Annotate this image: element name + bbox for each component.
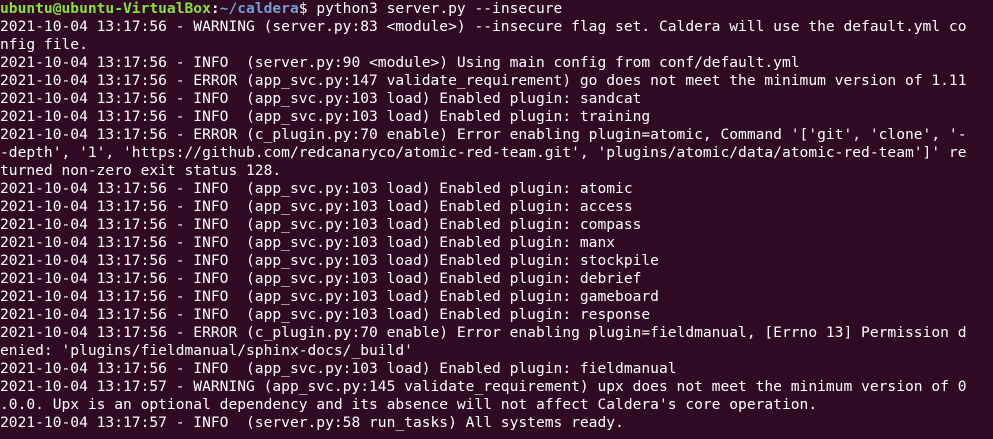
prompt-colon: : — [210, 0, 220, 17]
log-line: 2021-10-04 13:17:56 - INFO (app_svc.py:1… — [0, 306, 651, 323]
log-line: 2021-10-04 13:17:57 - INFO (server.py:58… — [0, 414, 624, 431]
log-line: enied: 'plugins/fieldmanual/sphinx-docs/… — [0, 342, 413, 359]
log-line: 2021-10-04 13:17:56 - ERROR (c_plugin.py… — [0, 324, 967, 341]
log-line: 2021-10-04 13:17:56 - INFO (app_svc.py:1… — [0, 360, 677, 377]
log-line: 2021-10-04 13:17:57 - WARNING (app_svc.p… — [0, 378, 967, 395]
prompt-dollar: $ — [298, 0, 317, 17]
log-line: 2021-10-04 13:17:56 - ERROR (app_svc.py:… — [0, 72, 967, 89]
log-line: .0.0. Upx is an optional dependency and … — [0, 396, 818, 413]
prompt-user-host: ubuntu@ubuntu-VirtualBox — [0, 0, 211, 17]
log-line: 2021-10-04 13:17:56 - INFO (app_svc.py:1… — [0, 180, 633, 197]
log-line: 2021-10-04 13:17:56 - INFO (app_svc.py:1… — [0, 288, 659, 305]
prompt-path: ~/caldera — [219, 0, 299, 17]
log-line: 2021-10-04 13:17:56 - INFO (app_svc.py:1… — [0, 252, 659, 269]
prompt-line: ubuntu@ubuntu-VirtualBox:~/caldera$ pyth… — [0, 0, 993, 18]
log-line: 2021-10-04 13:17:56 - INFO (app_svc.py:1… — [0, 270, 642, 287]
log-line: 2021-10-04 13:17:56 - INFO (app_svc.py:1… — [0, 90, 642, 107]
log-line: 2021-10-04 13:17:56 - INFO (app_svc.py:1… — [0, 198, 633, 215]
log-line: -depth', '1', 'https://github.com/redcan… — [0, 144, 967, 161]
prompt-command: python3 server.py --insecure — [316, 0, 563, 17]
log-line: 2021-10-04 13:17:56 - ERROR (c_plugin.py… — [0, 126, 967, 143]
log-line: 2021-10-04 13:17:56 - WARNING (server.py… — [0, 18, 967, 35]
terminal-window[interactable]: ubuntu@ubuntu-VirtualBox:~/caldera$ pyth… — [0, 0, 993, 439]
log-line: 2021-10-04 13:17:56 - INFO (app_svc.py:1… — [0, 234, 616, 251]
log-line: 2021-10-04 13:17:56 - INFO (server.py:90… — [0, 54, 800, 71]
log-line: nfig file. — [0, 36, 88, 53]
log-line: 2021-10-04 13:17:56 - INFO (app_svc.py:1… — [0, 108, 651, 125]
log-line: 2021-10-04 13:17:56 - INFO (app_svc.py:1… — [0, 216, 642, 233]
log-line: turned non-zero exit status 128. — [0, 162, 282, 179]
